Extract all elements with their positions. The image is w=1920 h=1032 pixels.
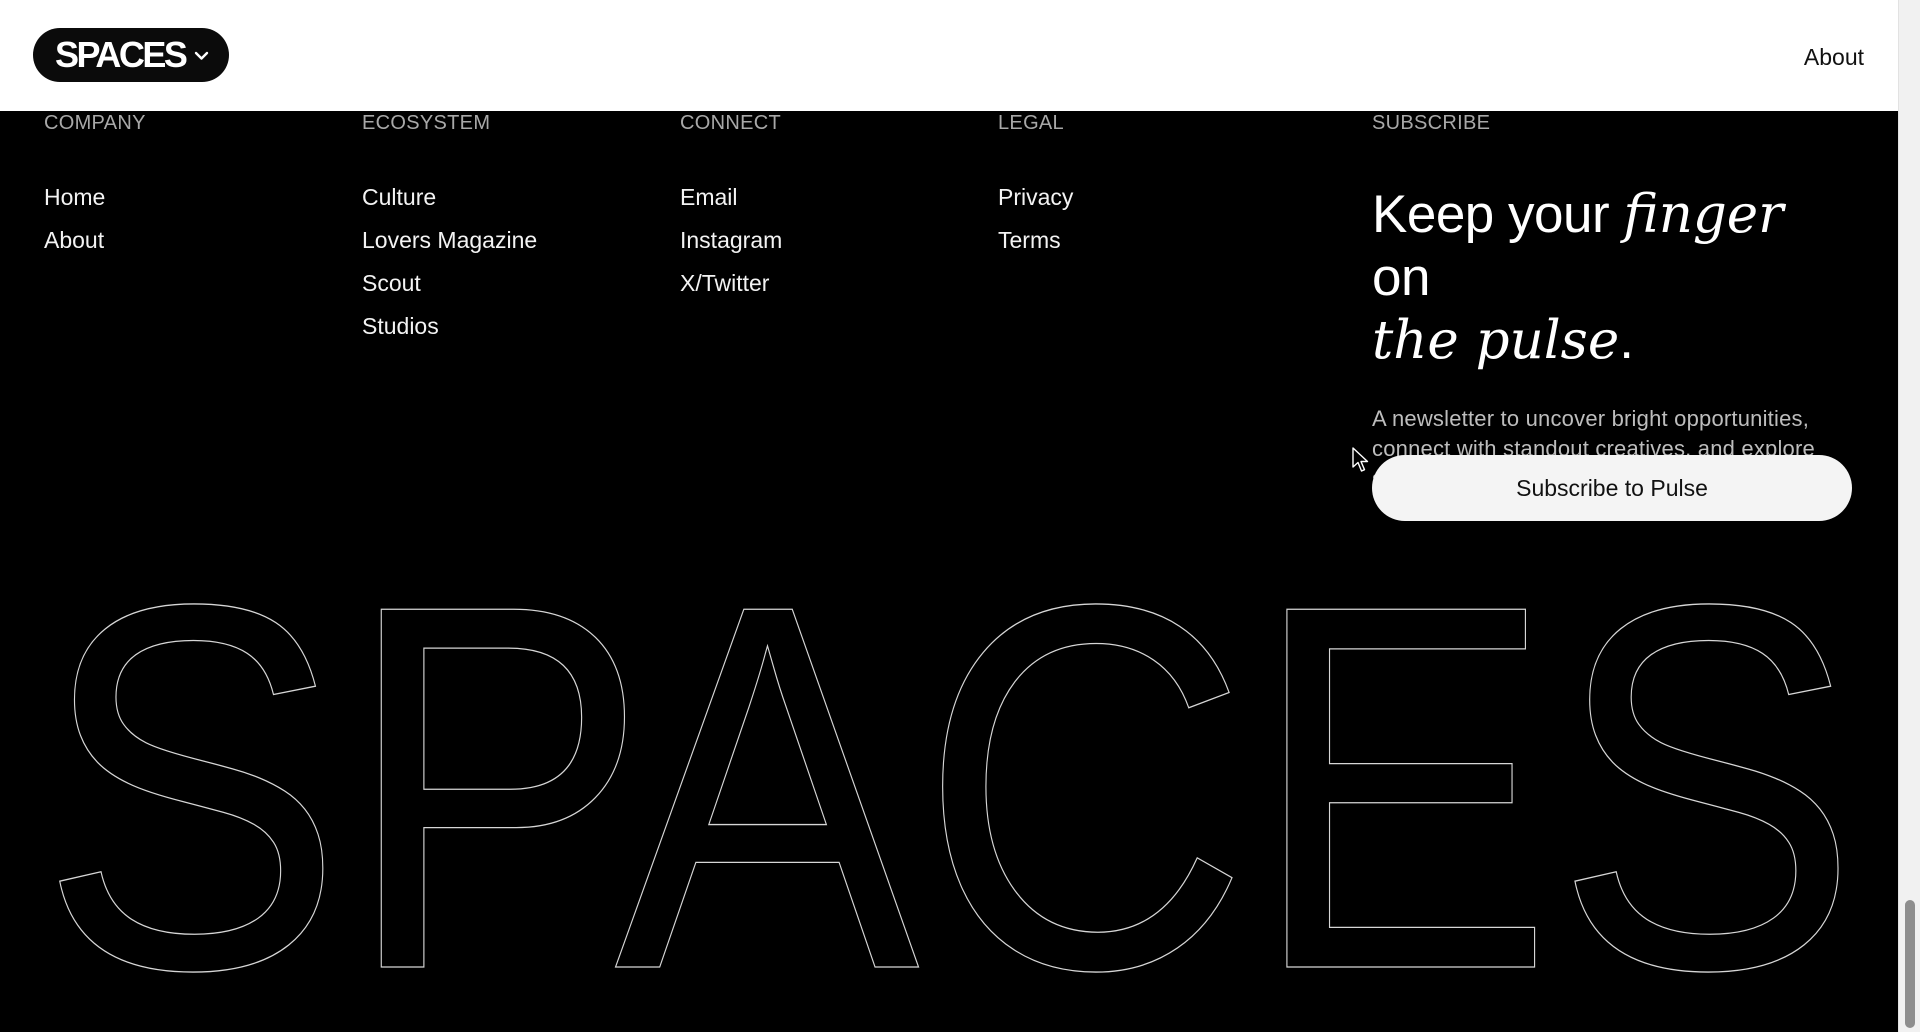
vertical-scrollbar[interactable] bbox=[1898, 0, 1920, 1032]
site-header: SPACES About bbox=[0, 0, 1898, 111]
footer-link-terms[interactable]: Terms bbox=[998, 227, 1061, 253]
column-heading: ECOSYSTEM bbox=[362, 112, 491, 134]
column-heading: CONNECT bbox=[680, 112, 781, 134]
footer-link-about[interactable]: About bbox=[44, 227, 104, 253]
footer-link-instagram[interactable]: Instagram bbox=[680, 227, 782, 253]
wordmark-text: SPACES bbox=[39, 560, 1859, 1032]
footer-link-home[interactable]: Home bbox=[44, 184, 105, 210]
footer-link-privacy[interactable]: Privacy bbox=[998, 184, 1073, 210]
subscribe-button[interactable]: Subscribe to Pulse bbox=[1372, 455, 1852, 521]
footer-link-email[interactable]: Email bbox=[680, 184, 738, 210]
brand-logo: SPACES bbox=[55, 34, 188, 75]
spaces-outline-wordmark: SPACES bbox=[38, 560, 1859, 1032]
title-text: . bbox=[1619, 311, 1634, 370]
footer-link-studios[interactable]: Studios bbox=[362, 313, 439, 339]
title-text: on bbox=[1372, 248, 1430, 307]
subscribe-heading: SUBSCRIBE bbox=[1372, 112, 1491, 134]
footer-column-ecosystem: ECOSYSTEM Culture Lovers Magazine Scout … bbox=[362, 111, 537, 356]
footer-column-connect: CONNECT Email Instagram X/Twitter bbox=[680, 111, 782, 313]
footer-link-x-twitter[interactable]: X/Twitter bbox=[680, 270, 769, 296]
title-italic-text: the pulse bbox=[1372, 310, 1620, 371]
footer-column-company: COMPANY Home About bbox=[44, 111, 146, 270]
title-text: Keep your bbox=[1372, 185, 1624, 244]
mouse-cursor-icon bbox=[1352, 447, 1369, 472]
header-about-link[interactable]: About bbox=[1804, 44, 1864, 71]
column-heading: LEGAL bbox=[998, 112, 1064, 134]
page: SPACES About COMPANY Home About ECOSYSTE… bbox=[0, 0, 1920, 1032]
brand-menu-button[interactable]: SPACES bbox=[33, 28, 229, 82]
chevron-down-icon bbox=[194, 51, 209, 60]
footer-link-scout[interactable]: Scout bbox=[362, 270, 421, 296]
footer-link-lovers-magazine[interactable]: Lovers Magazine bbox=[362, 227, 537, 253]
scrollbar-thumb[interactable] bbox=[1905, 900, 1915, 1028]
subscribe-title: Keep your finger on the pulse. bbox=[1372, 183, 1852, 372]
subscribe-section: SUBSCRIBE Keep your finger on the pulse. … bbox=[1372, 111, 1852, 521]
footer-link-culture[interactable]: Culture bbox=[362, 184, 436, 210]
column-heading: COMPANY bbox=[44, 112, 146, 134]
title-italic-text: finger bbox=[1623, 184, 1784, 245]
footer-column-legal: LEGAL Privacy Terms bbox=[998, 111, 1073, 270]
